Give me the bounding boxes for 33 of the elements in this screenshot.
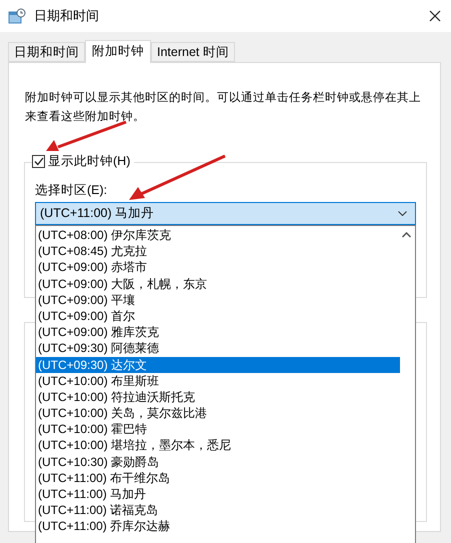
tab[interactable]: 日期和时间	[8, 42, 85, 62]
timezone-label: 选择时区(E):	[35, 182, 108, 199]
timezone-option[interactable]: (UTC+08:00) 伊尔库茨克	[36, 227, 400, 244]
checkbox[interactable]	[32, 154, 45, 168]
chevron-down-icon	[398, 211, 407, 216]
dropdown-value: (UTC+11:00) 马加丹	[40, 205, 156, 222]
description-text: 附加时钟可以显示其他时区的时间。可以通过单击任务栏时钟或悬停在其上来查看这些附加时钟。	[25, 90, 422, 125]
timezone-option[interactable]: (UTC+10:00) 霍巴特	[36, 421, 400, 438]
scroll-up-icon[interactable]	[402, 232, 411, 238]
tab[interactable]: 附加时钟	[85, 40, 151, 63]
timezone-option[interactable]: (UTC+09:00) 首尔	[36, 308, 400, 324]
timezone-option[interactable]: (UTC+08:45) 尤克拉	[36, 243, 400, 260]
timezone-option[interactable]: (UTC+11:00) 马加丹	[36, 486, 400, 502]
timezone-option[interactable]: (UTC+11:00) 布干维尔岛	[36, 470, 400, 486]
timezone-option[interactable]: (UTC+09:30) 达尔文	[36, 356, 400, 373]
timezone-dropdown[interactable]: (UTC+11:00) 马加丹	[35, 202, 416, 225]
timezone-option[interactable]: (UTC+09:30) 阿德莱德	[36, 340, 400, 356]
close-icon[interactable]	[429, 10, 441, 22]
timezone-option[interactable]: (UTC+09:00) 赤塔市	[36, 259, 400, 276]
timezone-option[interactable]: (UTC+09:00) 大阪，札幌，东京	[36, 276, 400, 292]
timezone-option[interactable]: (UTC+10:00) 堪培拉，墨尔本，悉尼	[36, 437, 400, 454]
timezone-option[interactable]: (UTC+10:30) 豪勋爵岛	[36, 454, 400, 470]
window-title: 日期和时间	[34, 7, 99, 26]
checkbox-label[interactable]: 显示此时钟(H)	[48, 152, 130, 171]
timezone-option[interactable]: (UTC+10:00) 关岛，莫尔兹比港	[36, 405, 400, 422]
calendar-clock-icon	[8, 8, 26, 24]
tab[interactable]: Internet 时间	[151, 42, 235, 62]
timezone-option[interactable]: (UTC+09:00) 雅库茨克	[36, 324, 400, 340]
timezone-option[interactable]: (UTC+09:00) 平壤	[36, 292, 400, 308]
timezone-option[interactable]: (UTC+11:00) 诺福克岛	[36, 502, 400, 518]
timezone-option[interactable]: (UTC+10:00) 符拉迪沃斯托克	[36, 388, 400, 406]
timezone-option[interactable]: (UTC+10:00) 布里斯班	[36, 372, 400, 389]
timezone-option[interactable]: (UTC+11:00) 乔库尔达赫	[36, 518, 400, 535]
